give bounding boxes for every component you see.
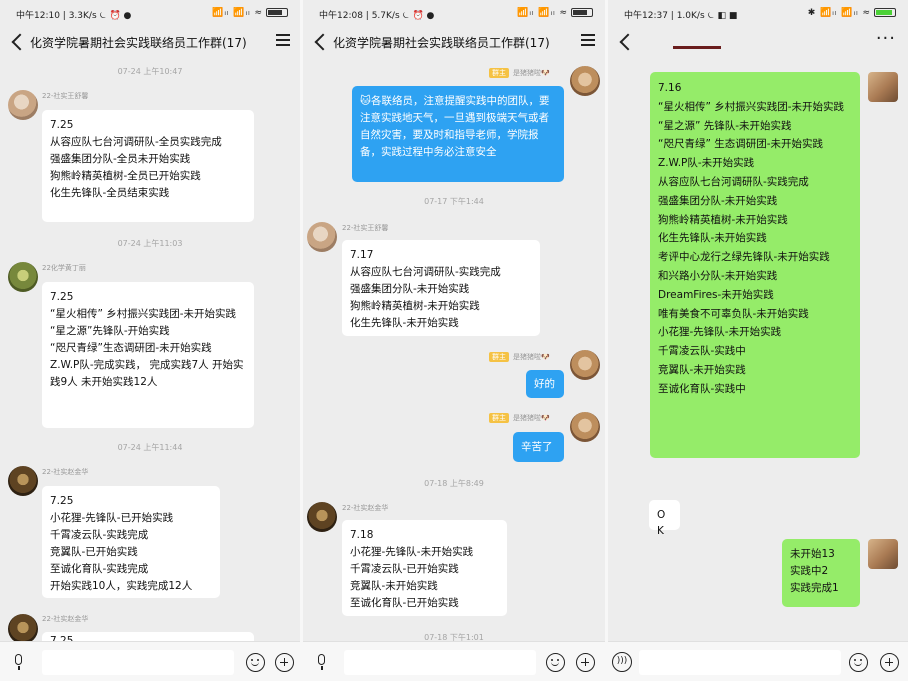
sender-name: 是猪猪啦🐶 [513, 353, 550, 361]
timestamp: 07-24 上午10:47 [117, 67, 183, 76]
emoji-icon[interactable] [246, 653, 265, 672]
status-icons: 📶ᵢₗ 📶ᵢₗ ≈ [212, 8, 288, 18]
timestamp: 07-24 上午11:03 [117, 239, 183, 248]
input-bar [0, 641, 300, 681]
avatar[interactable] [307, 222, 337, 252]
avatar[interactable] [868, 539, 898, 569]
message-bubble[interactable]: 7.25 小花狸-先锋队-已开始实践 千霄凌云队-实践完成 竞翼队-已开始实践 … [42, 486, 220, 598]
owner-tag: 群主 [489, 68, 509, 78]
more-dots-icon[interactable]: ··· [876, 28, 896, 49]
sender-name: 22化学黄丁丽 [42, 264, 86, 272]
status-icons: 📶ᵢₗ 📶ᵢₗ ≈ [517, 8, 593, 18]
title-bar: 化资学院暑期社会实践联络员工作群(17) [303, 26, 605, 58]
input-bar [303, 641, 605, 681]
message-bubble[interactable]: 辛苦了 [513, 432, 564, 462]
redacted-title [673, 46, 721, 49]
voice-wave-icon[interactable]: ))) [612, 652, 632, 672]
message-bubble[interactable]: 好的 [526, 370, 564, 398]
back-arrow-icon[interactable] [616, 30, 638, 54]
status-time: 中午12:37 | 1.0K/s ⏾ ◧ ■ [624, 11, 738, 21]
message-input[interactable] [639, 650, 841, 675]
avatar[interactable] [8, 262, 38, 292]
emoji-icon[interactable] [546, 653, 565, 672]
chat-title: 化资学院暑期社会实践联络员工作群(17) [333, 36, 550, 50]
chat-panel-3: 中午12:37 | 1.0K/s ⏾ ◧ ■ ✱ 📶ᵢₗ 📶ᵢₗ ≈ ··· 7… [608, 0, 908, 681]
avatar[interactable] [868, 72, 898, 102]
emoji-icon[interactable] [849, 653, 868, 672]
message-bubble[interactable]: 7.25 “星火相传” 乡村振兴实践团-未开始实践 “星之源”先锋队-开始实践 … [42, 282, 254, 428]
sender-name: 22-社实赵金华 [42, 615, 89, 623]
sender-name: 22-社实赵金华 [42, 468, 89, 476]
owner-tag: 群主 [489, 352, 509, 362]
owner-label: 群主 是猪猪啦🐶 [489, 352, 550, 362]
input-bar: ))) [608, 641, 908, 681]
message-bubble[interactable]: 7.16 “星火相传” 乡村振兴实践团-未开始实践 “星之源” 先锋队-未开始实… [650, 72, 860, 458]
sender-name: 22-社实王舒馨 [342, 224, 389, 232]
sender-name: 22-社实王舒馨 [42, 92, 89, 100]
avatar[interactable] [570, 350, 600, 380]
battery-icon [571, 8, 593, 17]
status-time: 中午12:10 | 3.3K/s ⏾ ⏰ ● [16, 11, 132, 21]
message-input[interactable] [42, 650, 234, 675]
message-bubble[interactable]: 未开始13 实践中2 实践完成1 [782, 539, 860, 607]
status-bar: 中午12:08 | 5.7K/s ⏾ ⏰ ● 📶ᵢₗ 📶ᵢₗ ≈ [303, 0, 605, 26]
status-time: 中午12:08 | 5.7K/s ⏾ ⏰ ● [319, 11, 435, 21]
avatar[interactable] [8, 614, 38, 644]
title-bar: ··· [608, 26, 908, 58]
microphone-icon[interactable] [12, 654, 26, 672]
sender-name: 是猪猪啦🐶 [513, 69, 550, 77]
microphone-icon[interactable] [315, 654, 329, 672]
timestamp: 07-24 上午11:44 [117, 443, 183, 452]
avatar[interactable] [8, 466, 38, 496]
sender-name: 22-社实赵金华 [342, 504, 389, 512]
status-bar: 中午12:10 | 3.3K/s ⏾ ⏰ ● 📶ᵢₗ 📶ᵢₗ ≈ [0, 0, 300, 26]
message-bubble[interactable]: 7.18 小花狸-先锋队-未开始实践 千霄凌云队-已开始实践 竞翼队-未开始实践… [342, 520, 507, 616]
owner-label: 群主 是猪猪啦🐶 [489, 68, 550, 78]
sender-name: 是猪猪啦🐶 [513, 414, 550, 422]
back-arrow-icon[interactable] [311, 30, 333, 54]
avatar[interactable] [307, 502, 337, 532]
message-input[interactable] [344, 650, 536, 675]
plus-circle-icon[interactable] [880, 653, 899, 672]
timestamp: 07-17 下午1:44 [424, 197, 484, 206]
announcement-bubble[interactable]: 🐱各联络员，注意提醒实践中的团队，要注意实践地天气，一旦遇到极端天气或者自然灾害… [352, 86, 564, 182]
chat-panel-2: 中午12:08 | 5.7K/s ⏾ ⏰ ● 📶ᵢₗ 📶ᵢₗ ≈ 化资学院暑期社… [303, 0, 605, 681]
plus-circle-icon[interactable] [275, 653, 294, 672]
hamburger-menu-icon[interactable] [276, 34, 290, 48]
avatar[interactable] [570, 66, 600, 96]
chat-panel-1: 中午12:10 | 3.3K/s ⏾ ⏰ ● 📶ᵢₗ 📶ᵢₗ ≈ 化资学院暑期社… [0, 0, 300, 681]
title-bar: 化资学院暑期社会实践联络员工作群(17) [0, 26, 300, 58]
plus-circle-icon[interactable] [576, 653, 595, 672]
battery-icon [874, 8, 896, 17]
hamburger-menu-icon[interactable] [581, 34, 595, 48]
status-icons: ✱ 📶ᵢₗ 📶ᵢₗ ≈ [808, 8, 896, 18]
status-bar: 中午12:37 | 1.0K/s ⏾ ◧ ■ ✱ 📶ᵢₗ 📶ᵢₗ ≈ [608, 0, 908, 26]
back-arrow-icon[interactable] [8, 30, 30, 54]
message-bubble[interactable]: 7.25 从容应队七台河调研队-全员实践完成 强盛集团分队-全员未开始实践 狗熊… [42, 110, 254, 222]
battery-icon [266, 8, 288, 17]
message-bubble[interactable]: OK [649, 500, 680, 537]
chat-title: 化资学院暑期社会实践联络员工作群(17) [30, 36, 247, 50]
avatar[interactable] [570, 412, 600, 442]
owner-label: 群主 是猪猪啦🐶 [489, 413, 550, 423]
timestamp: 07-18 上午8:49 [424, 479, 484, 488]
owner-tag: 群主 [489, 413, 509, 423]
avatar[interactable] [8, 90, 38, 120]
message-bubble[interactable]: 7.17 从容应队七台河调研队-实践完成 强盛集团分队-未开始实践 狗熊岭精英植… [342, 240, 540, 336]
